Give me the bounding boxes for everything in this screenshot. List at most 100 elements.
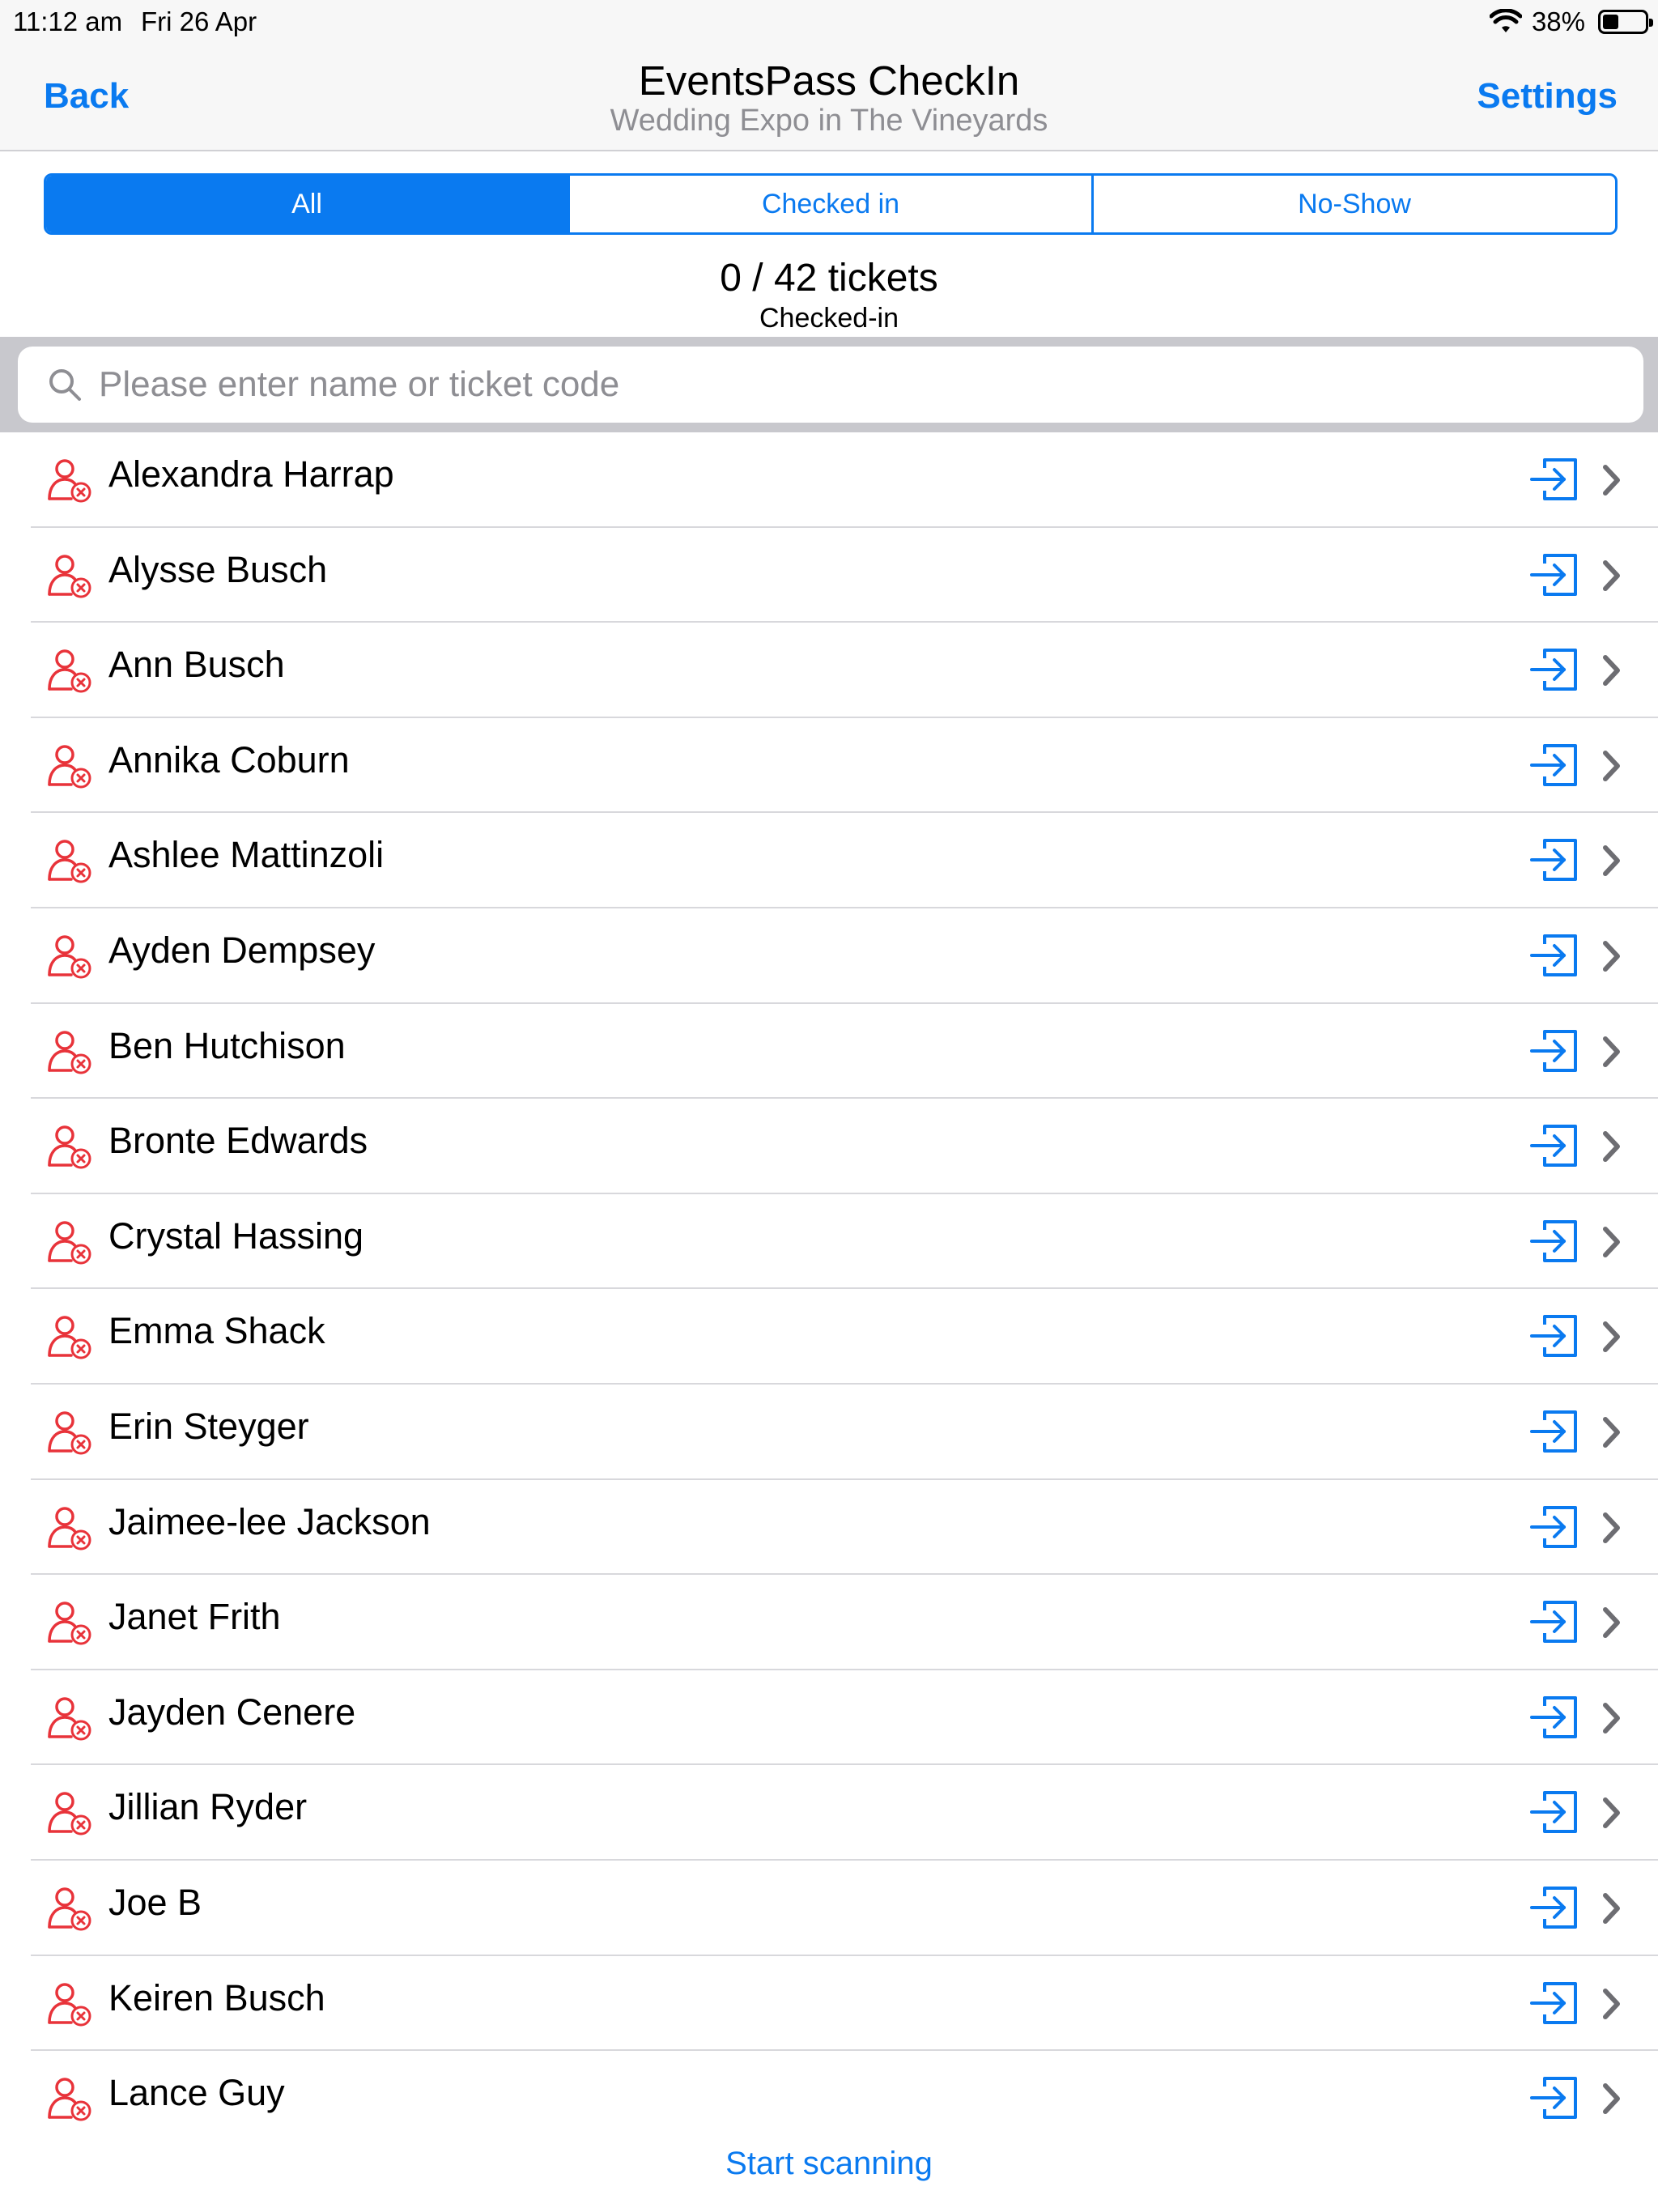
- attendee-name: Lance Guy: [108, 2072, 285, 2114]
- attendee-name: Annika Coburn: [108, 738, 350, 781]
- attendee-row[interactable]: Joe B: [31, 1861, 1658, 1956]
- settings-button[interactable]: Settings: [1477, 76, 1618, 117]
- status-bar: 11:12 am Fri 26 Apr 38%: [0, 0, 1658, 42]
- tab-no-show[interactable]: No-Show: [1094, 176, 1615, 232]
- attendee-row[interactable]: Ashlee Mattinzoli: [31, 813, 1658, 908]
- chevron-right-icon: [1603, 1131, 1620, 1163]
- chevron-right-icon: [1603, 465, 1620, 496]
- search-input[interactable]: [99, 364, 1556, 405]
- wifi-icon: [1489, 9, 1522, 32]
- person-not-checked-in-icon: [48, 745, 91, 789]
- attendee-row[interactable]: Alysse Busch: [31, 528, 1658, 623]
- person-not-checked-in-icon: [48, 1316, 91, 1359]
- check-in-icon[interactable]: [1530, 1313, 1579, 1359]
- attendee-name: Joe B: [108, 1881, 202, 1923]
- attendee-row[interactable]: Jaimee-lee Jackson: [31, 1480, 1658, 1576]
- attendee-row[interactable]: Ann Busch: [31, 623, 1658, 718]
- chevron-right-icon: [1603, 1036, 1620, 1067]
- tab-checked-in[interactable]: Checked in: [570, 176, 1094, 232]
- check-in-icon[interactable]: [1530, 1885, 1579, 1930]
- attendee-row[interactable]: Emma Shack: [31, 1289, 1658, 1385]
- person-not-checked-in-icon: [48, 840, 91, 883]
- attendee-name: Ashlee Mattinzoli: [108, 834, 385, 876]
- person-not-checked-in-icon: [48, 1696, 91, 1741]
- battery-icon: [1598, 10, 1653, 34]
- attendee-name: Ayden Dempsey: [108, 929, 376, 971]
- check-in-icon[interactable]: [1530, 457, 1579, 502]
- chevron-right-icon: [1603, 655, 1620, 687]
- search-field[interactable]: [18, 347, 1643, 423]
- status-date: Fri 26 Apr: [141, 6, 257, 36]
- check-in-icon[interactable]: [1530, 1695, 1579, 1740]
- check-in-icon[interactable]: [1530, 552, 1579, 598]
- attendee-row[interactable]: Ben Hutchison: [31, 1004, 1658, 1100]
- person-not-checked-in-icon: [48, 1506, 91, 1551]
- chevron-right-icon: [1603, 1988, 1620, 2019]
- attendee-name: Keiren Busch: [108, 1976, 325, 2018]
- attendee-row[interactable]: Bronte Edwards: [31, 1099, 1658, 1194]
- check-in-icon[interactable]: [1530, 933, 1579, 978]
- attendee-name: Crystal Hassing: [108, 1214, 364, 1257]
- attendee-name: Bronte Edwards: [108, 1120, 368, 1162]
- chevron-right-icon: [1603, 940, 1620, 972]
- filter-segmented-control: All Checked in No-Show: [44, 173, 1618, 235]
- attendee-name: Jillian Ryder: [108, 1786, 308, 1828]
- check-in-icon[interactable]: [1530, 1123, 1579, 1168]
- person-not-checked-in-icon: [48, 1411, 91, 1455]
- attendee-name: Janet Frith: [108, 1596, 281, 1638]
- person-not-checked-in-icon: [48, 1602, 91, 1645]
- attendee-row[interactable]: Annika Coburn: [31, 718, 1658, 814]
- attendee-row[interactable]: Alexandra Harrap: [31, 432, 1658, 528]
- person-not-checked-in-icon: [48, 1887, 91, 1931]
- status-time: 11:12 am: [13, 6, 123, 36]
- battery-percent: 38%: [1531, 6, 1585, 36]
- person-not-checked-in-icon: [48, 649, 91, 693]
- chevron-right-icon: [1603, 1702, 1620, 1733]
- attendee-name: Alysse Busch: [108, 548, 328, 590]
- tab-all[interactable]: All: [46, 176, 570, 232]
- status-right: 38%: [1489, 6, 1653, 37]
- attendee-row[interactable]: Crystal Hassing: [31, 1194, 1658, 1290]
- check-in-icon[interactable]: [1530, 2075, 1579, 2121]
- search-icon: [49, 369, 81, 401]
- person-not-checked-in-icon: [48, 1221, 91, 1265]
- check-in-icon[interactable]: [1530, 1028, 1579, 1074]
- start-scanning-button[interactable]: Start scanning: [0, 2146, 1658, 2182]
- attendee-row[interactable]: Ayden Dempsey: [31, 908, 1658, 1004]
- attendee-row[interactable]: Lance Guy: [31, 2051, 1658, 2146]
- check-in-icon[interactable]: [1530, 1219, 1579, 1264]
- check-in-icon[interactable]: [1530, 1980, 1579, 2026]
- check-in-icon[interactable]: [1530, 647, 1579, 692]
- attendee-row[interactable]: Keiren Busch: [31, 1956, 1658, 2052]
- person-not-checked-in-icon: [48, 459, 91, 503]
- chevron-right-icon: [1603, 1892, 1620, 1924]
- chevron-right-icon: [1603, 750, 1620, 781]
- chevron-right-icon: [1603, 1321, 1620, 1353]
- person-not-checked-in-icon: [48, 2078, 91, 2121]
- check-in-icon[interactable]: [1530, 837, 1579, 883]
- chevron-right-icon: [1603, 1416, 1620, 1448]
- attendee-row[interactable]: Jillian Ryder: [31, 1765, 1658, 1861]
- chevron-right-icon: [1603, 1512, 1620, 1543]
- chevron-right-icon: [1603, 845, 1620, 877]
- attendee-row[interactable]: Erin Steyger: [31, 1385, 1658, 1480]
- check-in-icon[interactable]: [1530, 1789, 1579, 1835]
- check-in-icon[interactable]: [1530, 1409, 1579, 1454]
- attendee-name: Ann Busch: [108, 644, 285, 686]
- chevron-right-icon: [1603, 1226, 1620, 1257]
- person-not-checked-in-icon: [48, 1030, 91, 1074]
- check-in-icon[interactable]: [1530, 742, 1579, 788]
- check-in-icon[interactable]: [1530, 1504, 1579, 1550]
- attendee-name: Alexandra Harrap: [108, 453, 394, 495]
- attendee-name: Jayden Cenere: [108, 1691, 356, 1733]
- attendee-row[interactable]: Jayden Cenere: [31, 1670, 1658, 1766]
- attendee-name: Erin Steyger: [108, 1405, 309, 1447]
- attendee-list: Alexandra Harrap Alysse Busch Ann Busch …: [0, 432, 1658, 2146]
- chevron-right-icon: [1603, 1607, 1620, 1639]
- person-not-checked-in-icon: [48, 554, 91, 598]
- attendee-row[interactable]: Janet Frith: [31, 1575, 1658, 1670]
- check-in-icon[interactable]: [1530, 1599, 1579, 1644]
- chevron-right-icon: [1603, 1797, 1620, 1829]
- attendee-name: Ben Hutchison: [108, 1024, 346, 1066]
- checkin-screen: 11:12 am Fri 26 Apr 38% Back EventsPass …: [0, 0, 1658, 2212]
